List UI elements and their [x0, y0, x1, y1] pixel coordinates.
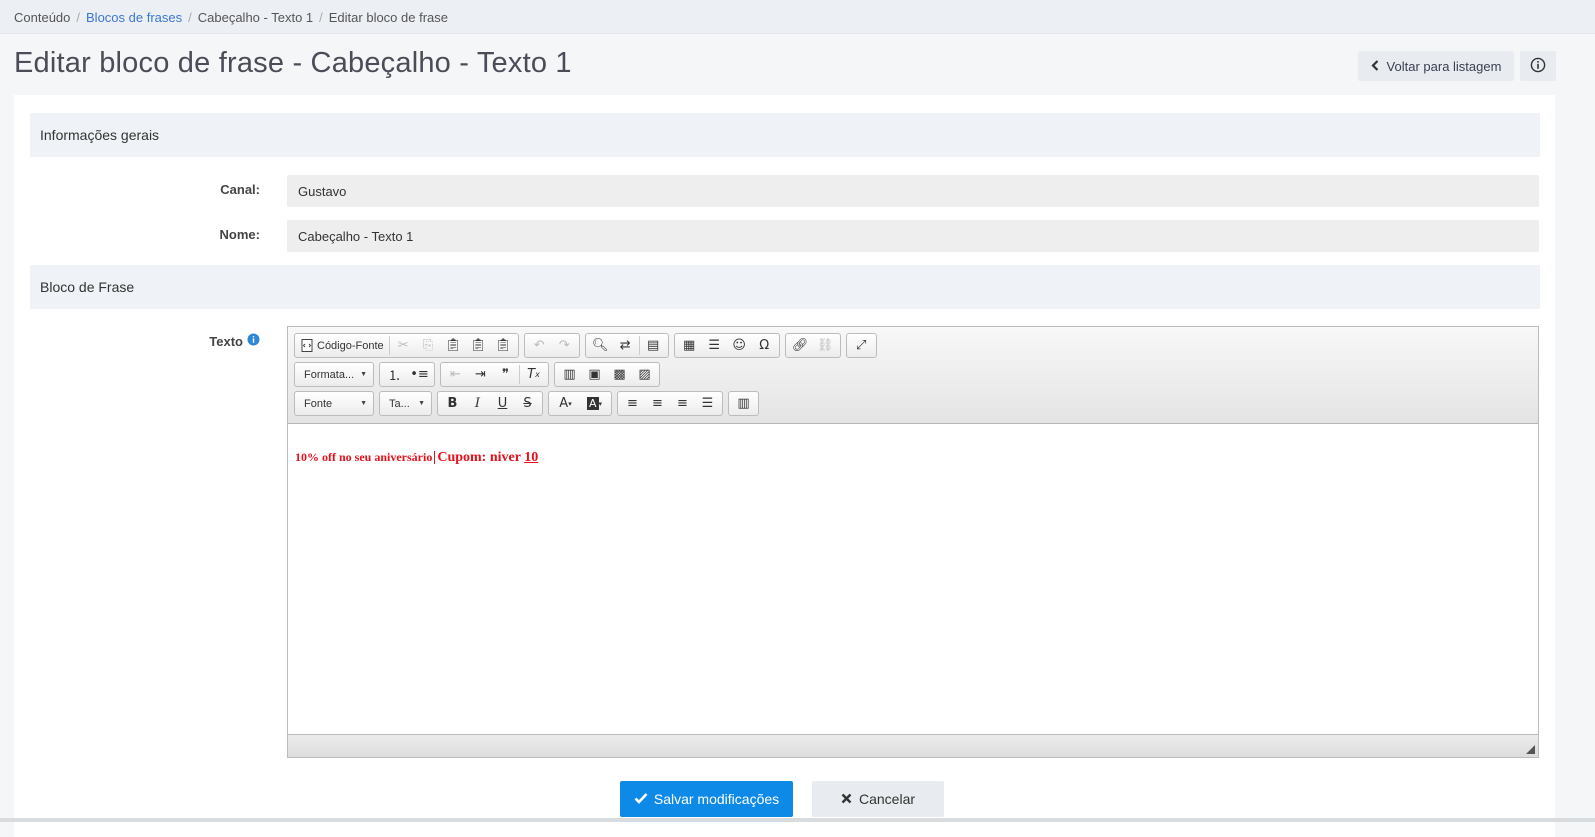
copy-icon[interactable]: ⎘ [416, 334, 441, 357]
info-button[interactable] [1520, 51, 1556, 81]
texto-label-wrap: Texto [14, 333, 260, 349]
canal-label: Canal: [220, 182, 260, 197]
source-code-label: Código-Fonte [317, 339, 384, 352]
resize-grip-icon[interactable] [1526, 745, 1535, 754]
text-cursor [434, 450, 436, 464]
source-code-button[interactable]: Código-Fonte [297, 334, 388, 357]
outdent-icon[interactable]: ⇤ [443, 363, 468, 386]
undo-icon[interactable]: ↶ [527, 334, 552, 357]
template-icon[interactable]: ▣ [582, 363, 607, 386]
font-combo[interactable]: Fonte ▼ [294, 391, 374, 416]
canal-field[interactable]: Gustavo [287, 175, 1539, 207]
breadcrumb: Conteúdo / Blocos de frases / Cabeçalho - Te… [0, 0, 1595, 34]
align-right-icon[interactable]: ≡ [670, 392, 695, 415]
paste-word-icon[interactable]: 📋︎ [491, 334, 516, 357]
cut-icon[interactable]: ✂ [391, 334, 416, 357]
size-combo-label: Ta... [389, 397, 410, 410]
numbered-list-icon[interactable]: ⒈ [382, 363, 407, 386]
replace-icon[interactable]: ⇄ [613, 334, 638, 357]
text-color-icon[interactable]: A ▾ [551, 392, 580, 415]
editor-toolbar: Código-Fonte ✂ ⎘ 📋︎ 📋︎ 📋︎ ↶ ↷ 🔍︎ ⇄ ▤ ▦ ☰… [288, 327, 1538, 424]
save-button-label: Salvar modificações [653, 791, 780, 807]
check-icon [634, 791, 648, 807]
breadcrumb-separator: / [188, 10, 192, 25]
back-to-list-button[interactable]: Voltar para listagem [1358, 51, 1514, 81]
paste-icon[interactable]: 📋︎ [441, 334, 466, 357]
caret-down-icon: ▼ [360, 371, 367, 378]
page-title: Editar bloco de frase - Cabeçalho - Text… [14, 47, 572, 79]
show-blocks-icon[interactable]: ▥ [731, 392, 756, 415]
size-combo[interactable]: Ta... ▼ [379, 391, 432, 416]
chevron-left-icon [1370, 59, 1379, 74]
align-center-icon[interactable]: ≡ [645, 392, 670, 415]
link-icon[interactable]: 🔗︎ [788, 334, 813, 357]
close-icon [841, 791, 852, 807]
image-icon[interactable]: ▨ [632, 363, 657, 386]
breadcrumb-separator: / [76, 10, 81, 25]
breadcrumb-item-current: Editar bloco de frase [328, 10, 448, 25]
format-combo-label: Formata... [304, 368, 355, 381]
select-all-icon[interactable]: ▤ [641, 334, 666, 357]
editor-statusbar [288, 734, 1538, 757]
breadcrumb-item-blocos-de-frases[interactable]: Blocos de frases [86, 10, 182, 25]
back-to-list-label: Voltar para listagem [1386, 58, 1502, 74]
iframe-icon[interactable]: ▥ [557, 363, 582, 386]
align-justify-icon[interactable]: ☰ [695, 392, 720, 415]
editor-content[interactable]: 10% off no seu aniversário Cupom: niver 1… [288, 424, 1538, 734]
flash-icon[interactable]: ▩ [607, 363, 632, 386]
rich-text-editor: Código-Fonte ✂ ⎘ 📋︎ 📋︎ 📋︎ ↶ ↷ 🔍︎ ⇄ ▤ ▦ ☰… [287, 326, 1539, 758]
bold-icon[interactable]: B [440, 392, 465, 415]
maximize-icon[interactable]: ⤢ [849, 334, 874, 357]
blockquote-icon[interactable]: ❞ [493, 363, 518, 386]
cancel-button[interactable]: Cancelar [812, 781, 944, 817]
format-combo[interactable]: Formata... ▼ [294, 362, 374, 387]
nome-field[interactable]: Cabeçalho - Texto 1 [287, 220, 1539, 252]
find-icon[interactable]: 🔍︎ [588, 334, 613, 357]
source-icon [301, 339, 313, 352]
nome-label: Nome: [219, 227, 260, 242]
redo-icon[interactable]: ↷ [552, 334, 577, 357]
caret-down-icon: ▼ [360, 400, 367, 407]
italic-icon[interactable]: I [465, 392, 490, 415]
texto-label: Texto [209, 333, 243, 349]
section-general-info: Informações gerais [30, 113, 1540, 157]
caret-down-icon: ▼ [418, 400, 425, 407]
breadcrumb-item-conteudo[interactable]: Conteúdo [14, 10, 70, 25]
unlink-icon[interactable]: ⛓ [813, 334, 838, 357]
form-panel: Informações gerais Canal: Gustavo Nome: … [14, 95, 1555, 837]
table-icon[interactable]: ▦ [677, 334, 702, 357]
bulleted-list-icon[interactable]: •≡ [407, 363, 432, 386]
font-combo-label: Fonte [304, 397, 333, 410]
page-bottom-divider [0, 818, 1595, 822]
indent-icon[interactable]: ⇥ [468, 363, 493, 386]
paste-text-icon[interactable]: 📋︎ [466, 334, 491, 357]
info-icon [1530, 57, 1546, 76]
content-text-1: 10% off no seu aniversário [295, 450, 433, 464]
breadcrumb-separator: / [319, 10, 323, 25]
horizontal-line-icon[interactable]: ☰ [702, 334, 727, 357]
save-button[interactable]: Salvar modificações [620, 781, 793, 817]
bg-color-icon[interactable]: A ▾ [580, 392, 609, 415]
align-left-icon[interactable]: ≡ [620, 392, 645, 415]
underline-icon[interactable]: U [490, 392, 515, 415]
special-char-icon[interactable]: Ω [752, 334, 777, 357]
remove-format-icon[interactable]: Tx [521, 363, 546, 386]
section-bloco-de-frase: Bloco de Frase [30, 265, 1540, 309]
strikethrough-icon[interactable]: S [515, 392, 540, 415]
cancel-button-label: Cancelar [858, 791, 916, 807]
info-circle-icon[interactable] [247, 333, 260, 349]
content-text-2: Cupom: niver [437, 450, 525, 465]
content-text-3: 10 [524, 450, 539, 465]
smiley-icon[interactable]: ☺ [727, 334, 752, 357]
breadcrumb-item-cabecalho: Cabeçalho - Texto 1 [197, 10, 314, 25]
